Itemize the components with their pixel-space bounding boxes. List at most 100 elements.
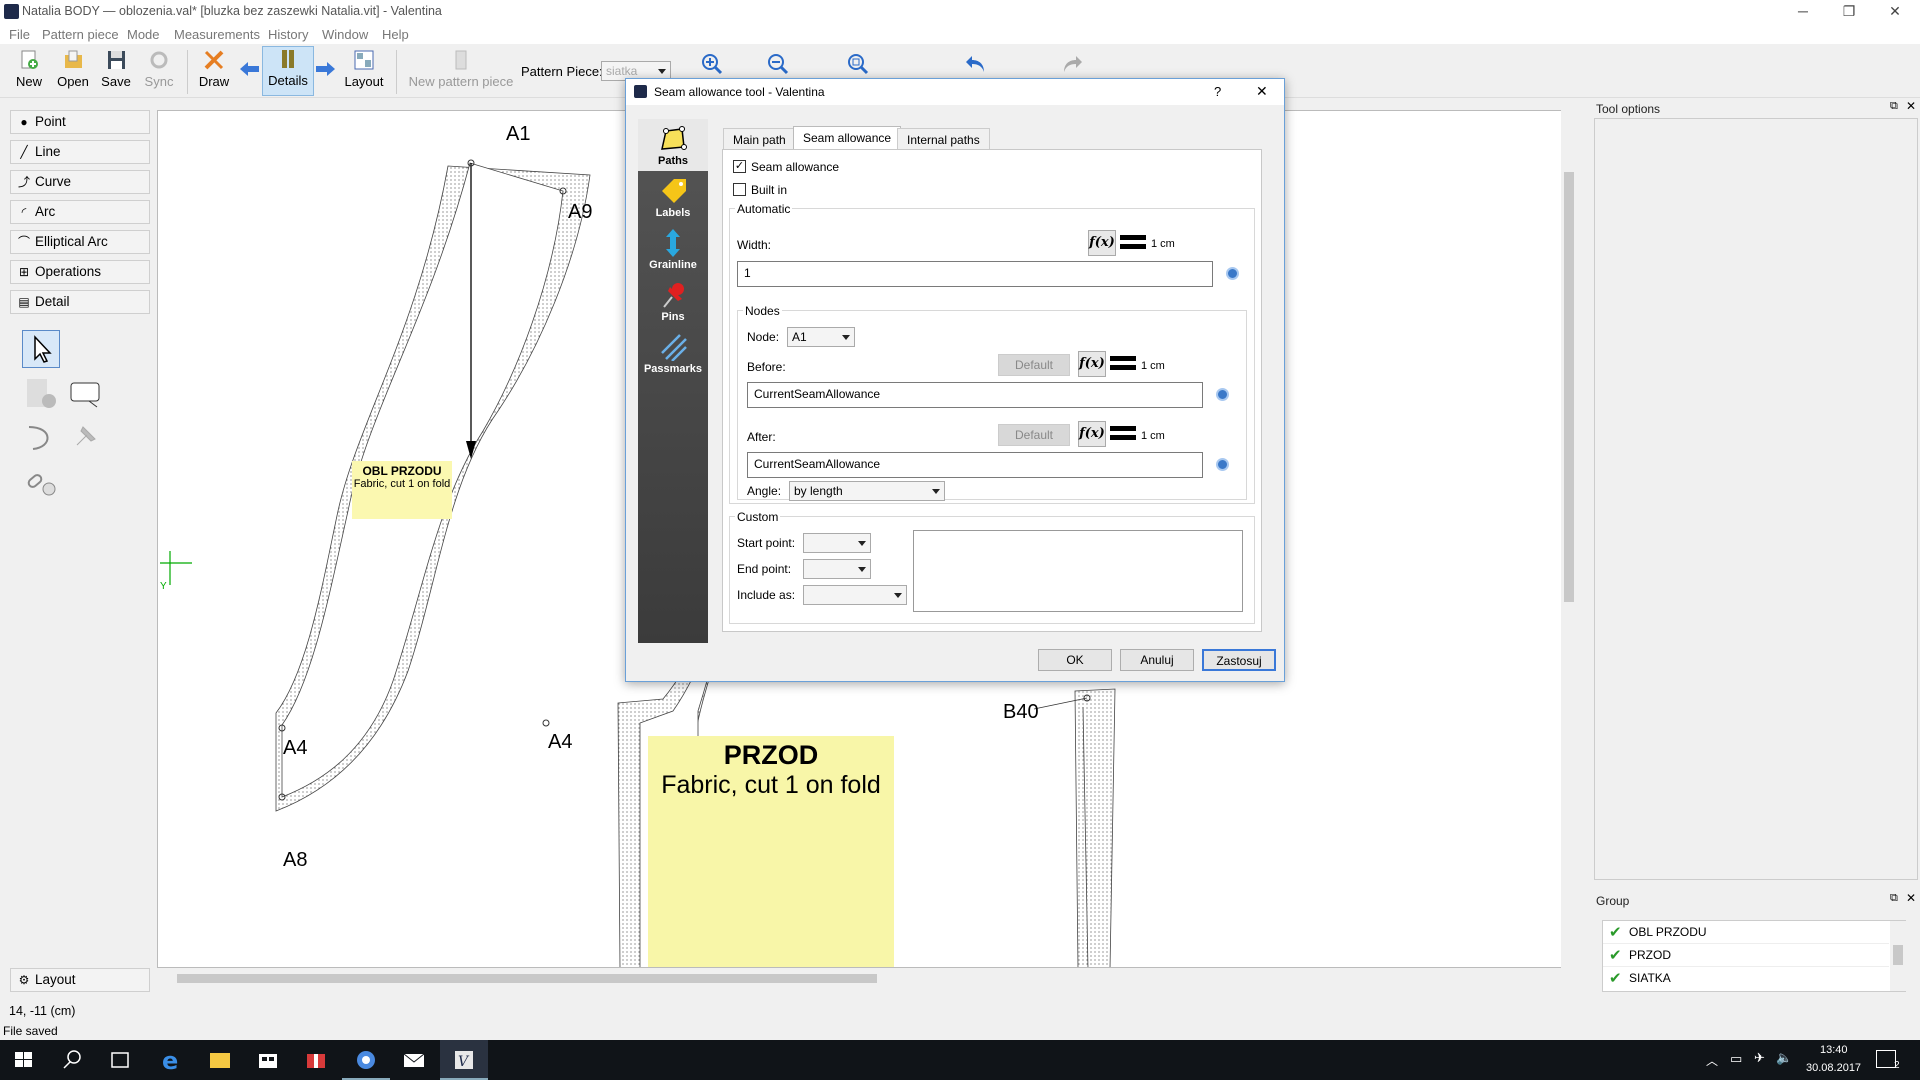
maximize-button[interactable]: ❐ xyxy=(1826,0,1872,24)
label-obl-przodu[interactable]: OBL PRZODU Fabric, cut 1 on fold xyxy=(352,461,452,519)
mail-button[interactable] xyxy=(390,1040,438,1080)
select-tool[interactable] xyxy=(22,330,60,368)
store-button[interactable] xyxy=(244,1040,292,1080)
save-button[interactable]: Save xyxy=(98,48,134,96)
minimize-button[interactable]: ─ xyxy=(1780,0,1826,24)
width-expand-icon[interactable] xyxy=(1226,267,1239,280)
menu-history[interactable]: History xyxy=(268,27,308,42)
width-input[interactable]: 1 xyxy=(737,261,1213,287)
menu-mode[interactable]: Mode xyxy=(127,27,160,42)
task-view-button[interactable] xyxy=(96,1040,144,1080)
include-as-select[interactable] xyxy=(803,585,907,605)
horizontal-scrollbar-thumb[interactable] xyxy=(177,974,877,983)
vertical-scrollbar[interactable] xyxy=(1561,110,1577,970)
seam-allowance-tool[interactable] xyxy=(22,374,60,412)
sidebar-paths[interactable]: Paths xyxy=(638,119,708,171)
group-scrollbar[interactable] xyxy=(1890,921,1906,991)
sidebar-pins[interactable]: Pins xyxy=(638,275,708,327)
internal-path-tool[interactable] xyxy=(66,374,104,412)
vertical-scrollbar-thumb[interactable] xyxy=(1564,172,1574,602)
group-item[interactable]: ✔ SIATKA xyxy=(1603,967,1889,990)
edge-button[interactable]: e xyxy=(148,1040,196,1080)
open-button[interactable]: Open xyxy=(54,48,92,96)
gift-app-button[interactable] xyxy=(292,1040,340,1080)
volume-icon[interactable]: 🔈 xyxy=(1776,1050,1792,1066)
built-in-checkbox[interactable] xyxy=(733,183,746,196)
horizontal-scrollbar[interactable] xyxy=(157,970,1561,986)
details-mode-button[interactable]: Details xyxy=(262,46,314,96)
sidebar-grainline[interactable]: Grainline xyxy=(638,223,708,275)
valentina-taskbar-button[interactable]: V xyxy=(440,1040,488,1080)
tab-main-path[interactable]: Main path xyxy=(723,128,796,150)
zoom-fit-icon[interactable] xyxy=(846,52,870,76)
elliptical-arc-tool-button[interactable]: ⌒ Elliptical Arc xyxy=(10,230,150,254)
battery-icon[interactable]: ▭ xyxy=(1730,1051,1742,1067)
after-formula-button[interactable]: f(x) xyxy=(1078,421,1106,447)
dock-float-icon[interactable]: ⧉ xyxy=(1890,100,1898,113)
group-float-icon[interactable]: ⧉ xyxy=(1890,892,1898,905)
detail-tool-button[interactable]: ▤ Detail xyxy=(10,290,150,314)
before-expand-icon[interactable] xyxy=(1216,388,1229,401)
undo-icon[interactable] xyxy=(964,52,988,76)
group-item[interactable]: ✔ PRZOD xyxy=(1603,944,1889,967)
after-expand-icon[interactable] xyxy=(1216,458,1229,471)
custom-list[interactable] xyxy=(913,530,1243,612)
dock-close-icon[interactable]: ✕ xyxy=(1906,99,1916,113)
union-tool[interactable] xyxy=(22,462,60,500)
cancel-button[interactable]: Anuluj xyxy=(1120,649,1194,671)
menu-help[interactable]: Help xyxy=(382,27,409,42)
node-select[interactable]: A1 xyxy=(787,327,855,347)
clock-date[interactable]: 30.08.2017 xyxy=(1806,1062,1861,1074)
apply-button[interactable]: Zastosuj xyxy=(1202,649,1276,671)
line-tool-button[interactable]: ╱ Line xyxy=(10,140,150,164)
close-window-button[interactable]: ✕ xyxy=(1872,0,1918,24)
menu-file[interactable]: File xyxy=(9,27,30,42)
layout-mode-button[interactable]: Layout xyxy=(342,48,386,96)
redo-icon[interactable] xyxy=(1060,52,1084,76)
visible-check-icon[interactable]: ✔ xyxy=(1609,969,1622,987)
chrome-button[interactable] xyxy=(342,1040,390,1080)
layout-button[interactable]: ⚙ Layout xyxy=(10,968,150,992)
search-button[interactable] xyxy=(48,1040,96,1080)
zoom-in-icon[interactable] xyxy=(700,52,724,76)
sidebar-labels[interactable]: Labels xyxy=(638,171,708,223)
group-scrollbar-thumb[interactable] xyxy=(1893,945,1903,965)
pin-tool[interactable] xyxy=(66,418,104,456)
operations-tool-button[interactable]: ⊞ Operations xyxy=(10,260,150,284)
curve-tool-button[interactable]: ⤴ Curve xyxy=(10,170,150,194)
start-point-select[interactable] xyxy=(803,533,871,553)
point-tool-button[interactable]: ● Point xyxy=(10,110,150,134)
new-button[interactable]: New xyxy=(12,48,46,96)
sidebar-passmarks[interactable]: Passmarks xyxy=(638,327,708,379)
after-input[interactable]: CurrentSeamAllowance xyxy=(747,452,1203,478)
sync-button[interactable]: Sync xyxy=(141,48,177,96)
draw-mode-button[interactable]: Draw xyxy=(196,48,232,96)
before-input[interactable]: CurrentSeamAllowance xyxy=(747,382,1203,408)
width-formula-button[interactable]: f(x) xyxy=(1088,230,1116,256)
menu-pattern-piece[interactable]: Pattern piece xyxy=(42,27,119,42)
dialog-close-button[interactable]: ✕ xyxy=(1256,83,1268,100)
tab-seam-allowance[interactable]: Seam allowance xyxy=(793,126,902,150)
start-button[interactable] xyxy=(0,1040,48,1080)
group-close-icon[interactable]: ✕ xyxy=(1906,891,1916,905)
group-item[interactable]: ✔ OBL PRZODU xyxy=(1603,921,1889,944)
label-przod[interactable]: PRZOD Fabric, cut 1 on fold xyxy=(648,736,894,967)
zoom-out-icon[interactable] xyxy=(766,52,790,76)
file-explorer-button[interactable] xyxy=(196,1040,244,1080)
tab-internal-paths[interactable]: Internal paths xyxy=(897,128,990,150)
visible-check-icon[interactable]: ✔ xyxy=(1609,946,1622,964)
menu-window[interactable]: Window xyxy=(322,27,368,42)
angle-select[interactable]: by length xyxy=(789,481,945,501)
notification-icon[interactable] xyxy=(1876,1050,1896,1068)
network-icon[interactable]: ✈ xyxy=(1754,1050,1765,1066)
curve-path-tool[interactable] xyxy=(22,418,60,456)
seam-allowance-checkbox[interactable]: ✓ xyxy=(733,160,746,173)
before-formula-button[interactable]: f(x) xyxy=(1078,351,1106,377)
end-point-select[interactable] xyxy=(803,559,871,579)
tray-chevron-icon[interactable]: ︿ xyxy=(1706,1052,1718,1069)
before-default-button[interactable]: Default xyxy=(998,354,1070,376)
arc-tool-button[interactable]: ◜ Arc xyxy=(10,200,150,224)
menu-measurements[interactable]: Measurements xyxy=(174,27,260,42)
ok-button[interactable]: OK xyxy=(1038,649,1112,671)
visible-check-icon[interactable]: ✔ xyxy=(1609,923,1622,941)
